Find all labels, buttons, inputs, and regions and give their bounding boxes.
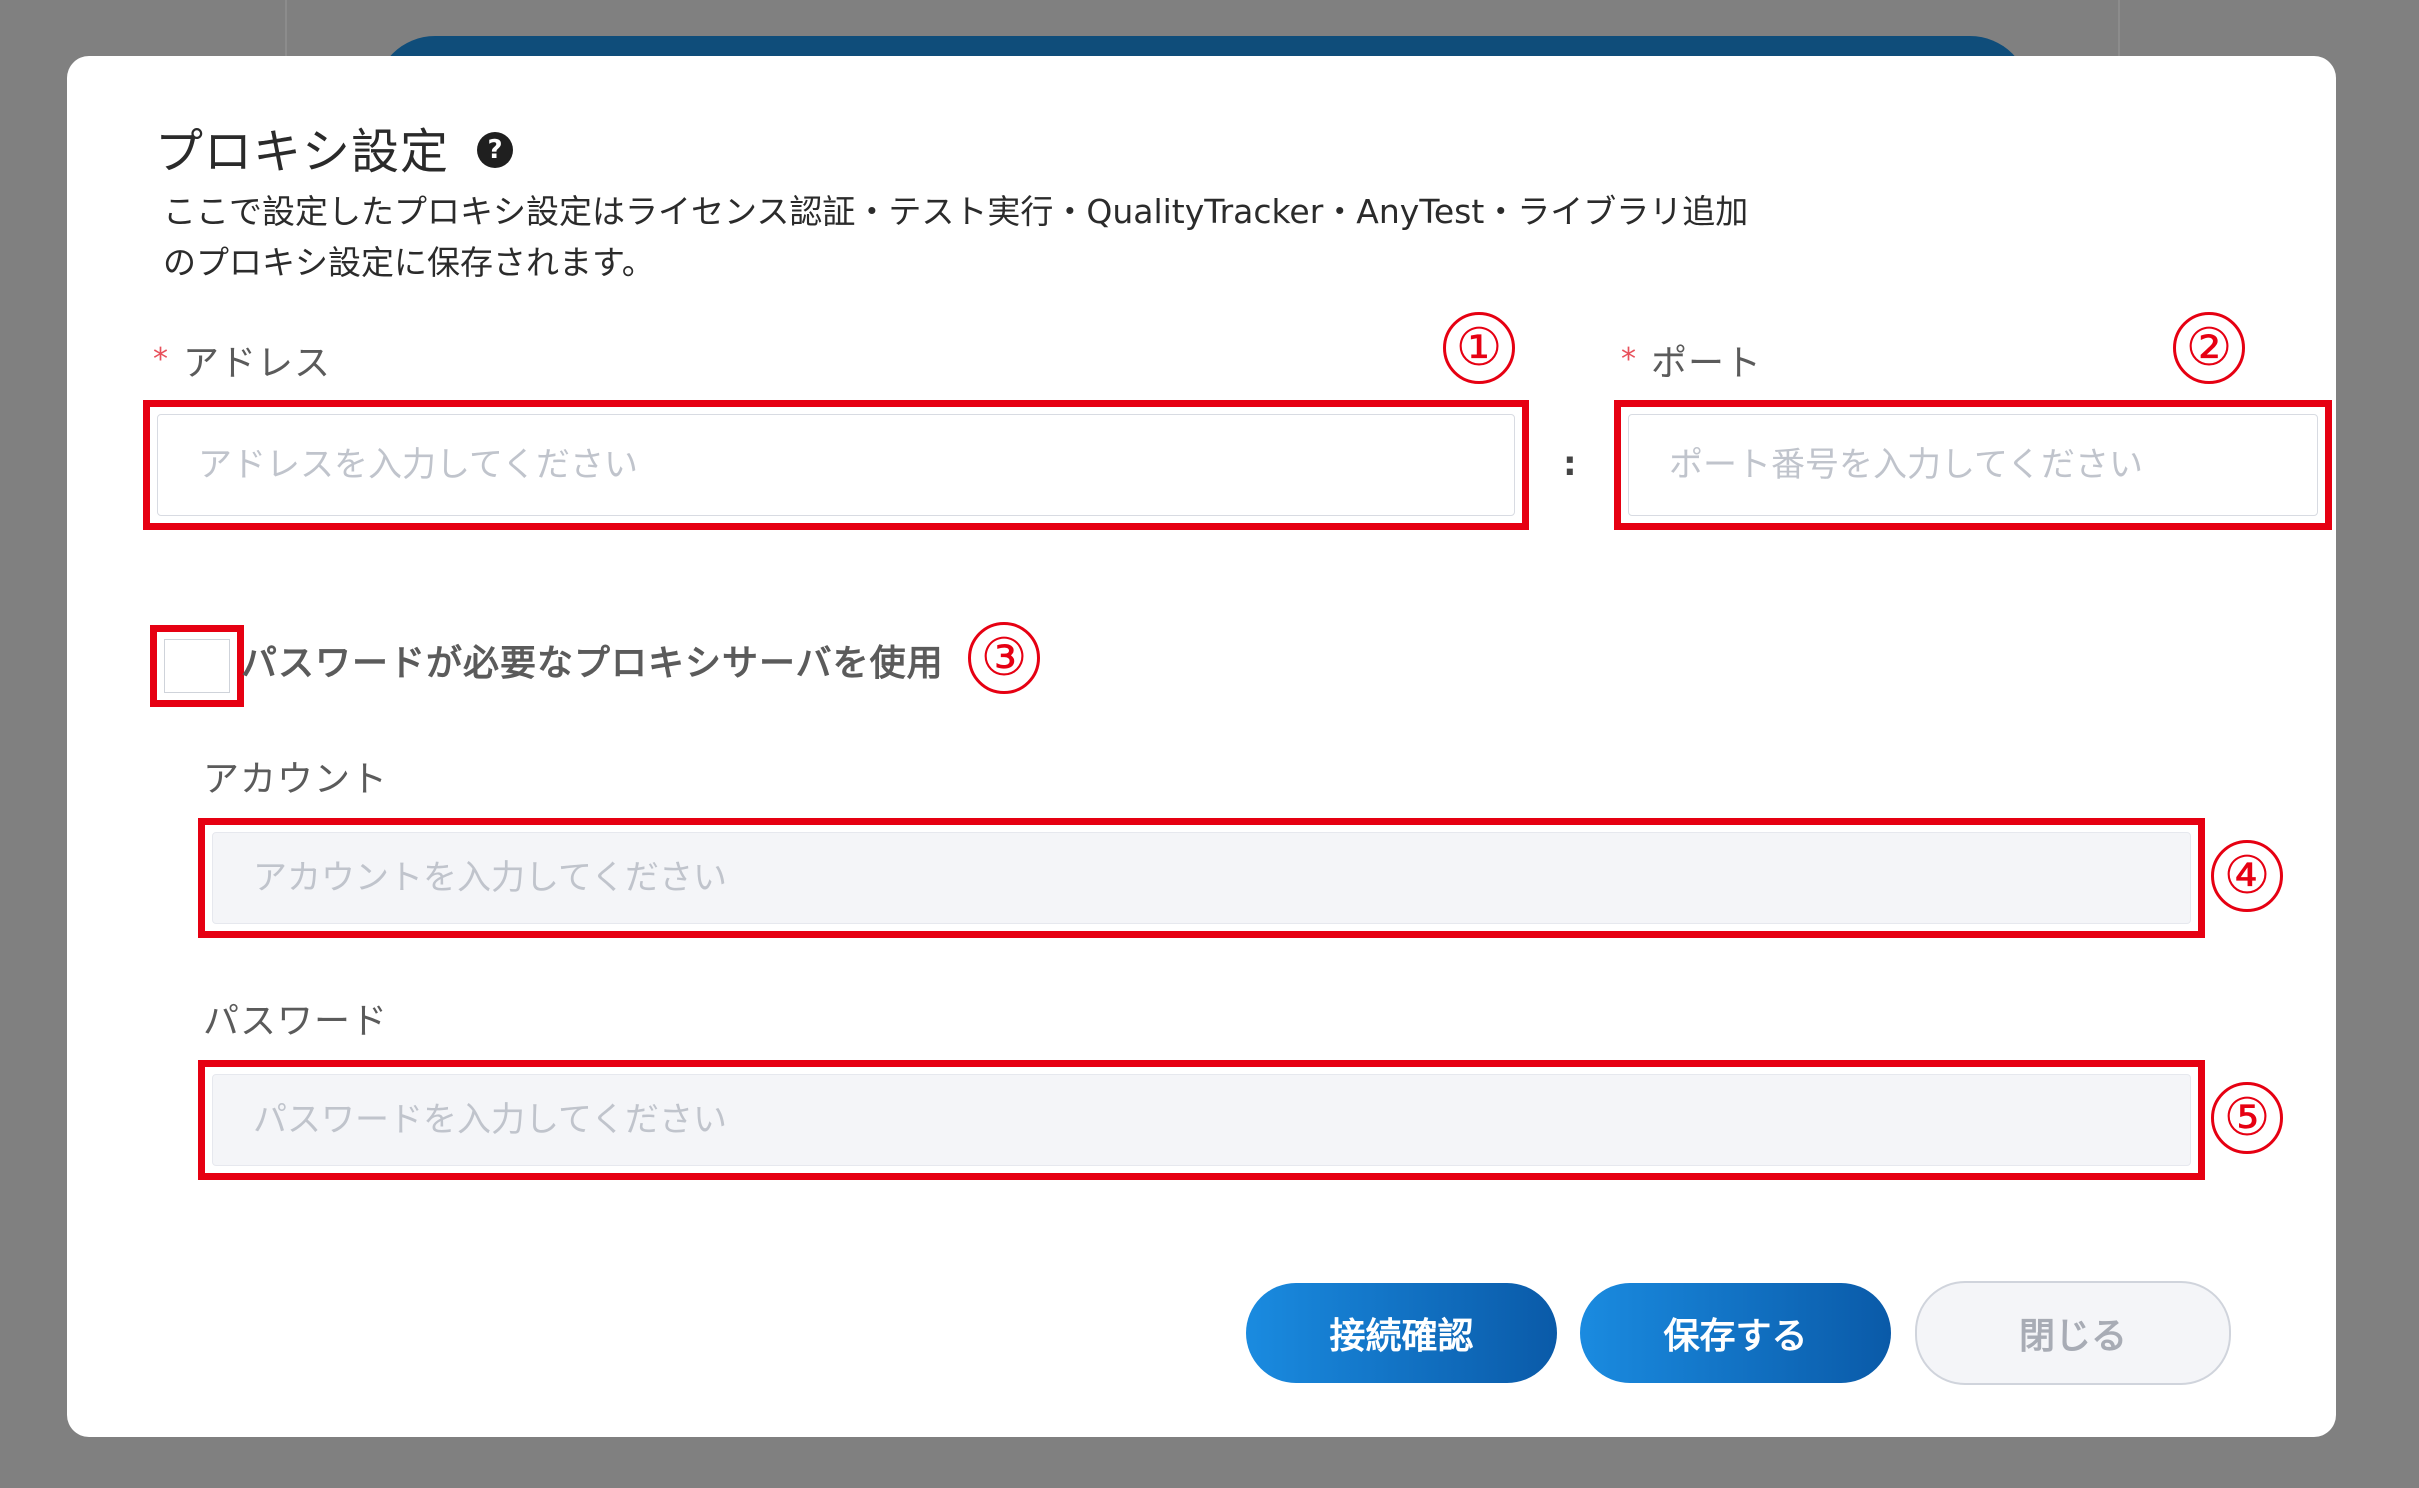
address-port-separator: : bbox=[1563, 444, 1577, 484]
dialog-description: ここで設定したプロキシ設定はライセンス認証・テスト実行・QualityTrack… bbox=[163, 186, 1923, 288]
required-mark: * bbox=[153, 342, 169, 377]
auth-checkbox[interactable] bbox=[164, 639, 230, 693]
password-input[interactable] bbox=[212, 1074, 2191, 1166]
description-line-1: ここで設定したプロキシ設定はライセンス認証・テスト実行・QualityTrack… bbox=[163, 192, 1749, 231]
question-circle-icon[interactable]: ? bbox=[477, 132, 514, 168]
address-label-text: アドレス bbox=[183, 343, 332, 384]
port-input[interactable] bbox=[1628, 414, 2318, 516]
port-label-text: ポート bbox=[1651, 343, 1763, 384]
account-input[interactable] bbox=[212, 832, 2191, 924]
required-mark: * bbox=[1621, 342, 1637, 377]
auth-checkbox-label[interactable]: パスワードが必要なプロキシサーバを使用 bbox=[241, 634, 944, 686]
address-input[interactable] bbox=[157, 414, 1515, 516]
annotation-5: ⑤ bbox=[2211, 1082, 2283, 1154]
port-label: * ポート bbox=[1621, 334, 1762, 386]
annotation-2: ② bbox=[2173, 312, 2245, 384]
description-line-2: のプロキシ設定に保存されます。 bbox=[163, 243, 655, 282]
proxy-settings-dialog: プロキシ設定 ? ここで設定したプロキシ設定はライセンス認証・テスト実行・Qua… bbox=[67, 56, 2336, 1437]
annotation-1: ① bbox=[1443, 312, 1515, 384]
account-label: アカウント bbox=[203, 759, 389, 800]
dialog-header: プロキシ設定 ? bbox=[155, 112, 514, 182]
test-connection-button[interactable]: 接続確認 bbox=[1246, 1283, 1557, 1383]
dialog-title: プロキシ設定 bbox=[155, 124, 450, 180]
annotation-4: ④ bbox=[2211, 840, 2283, 912]
password-label: パスワード bbox=[203, 1001, 389, 1042]
annotation-3: ③ bbox=[968, 622, 1040, 694]
address-label: * アドレス bbox=[153, 334, 331, 386]
save-button[interactable]: 保存する bbox=[1580, 1283, 1891, 1383]
close-button[interactable]: 閉じる bbox=[1915, 1281, 2231, 1385]
